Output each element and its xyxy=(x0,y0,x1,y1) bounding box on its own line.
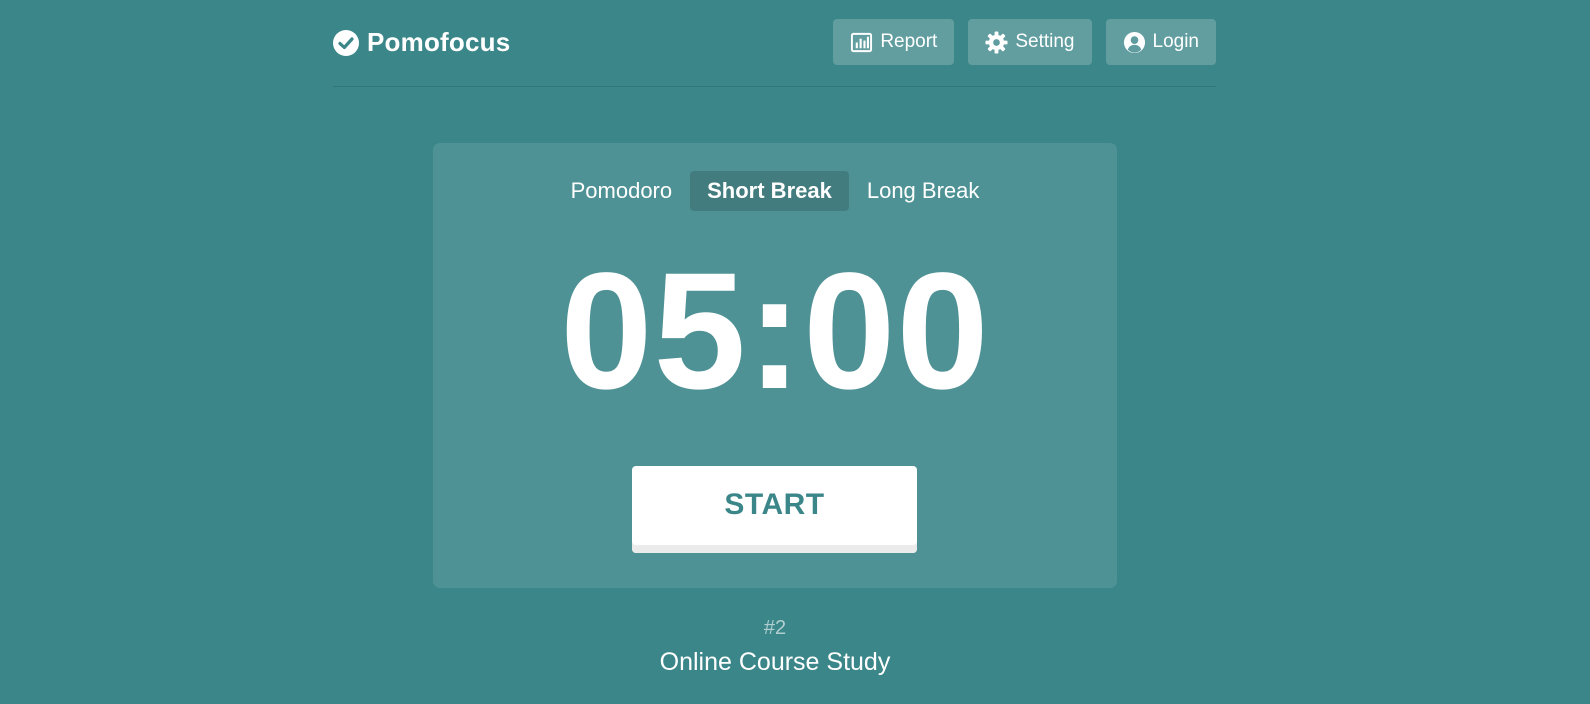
check-circle-icon xyxy=(333,29,359,56)
user-circle-icon xyxy=(1123,31,1145,53)
report-label: Report xyxy=(880,31,938,52)
bar-chart-icon xyxy=(851,32,873,52)
top-nav: Report Setting Login xyxy=(833,19,1216,65)
login-label: Login xyxy=(1152,31,1200,52)
setting-label: Setting xyxy=(1015,31,1075,52)
tab-pomodoro[interactable]: Pomodoro xyxy=(554,171,690,211)
report-button[interactable]: Report xyxy=(833,19,955,65)
start-button[interactable]: START xyxy=(632,466,917,553)
timer-display: 05:00 xyxy=(560,239,990,424)
header: Pomofocus Report Setting Login xyxy=(333,0,1216,87)
app-name: Pomofocus xyxy=(367,27,511,57)
tab-short-break[interactable]: Short Break xyxy=(690,171,849,211)
gear-icon xyxy=(985,30,1008,54)
session-count: #2 xyxy=(763,617,787,639)
current-task[interactable]: Online Course Study xyxy=(0,648,1550,677)
tab-long-break[interactable]: Long Break xyxy=(850,171,997,211)
mode-tabs: Pomodoro Short Break Long Break xyxy=(433,171,1117,211)
setting-button[interactable]: Setting xyxy=(968,19,1092,65)
login-button[interactable]: Login xyxy=(1105,19,1216,65)
app-logo[interactable]: Pomofocus xyxy=(333,27,510,58)
timer-card: Pomodoro Short Break Long Break 05:00 ST… xyxy=(433,143,1117,588)
